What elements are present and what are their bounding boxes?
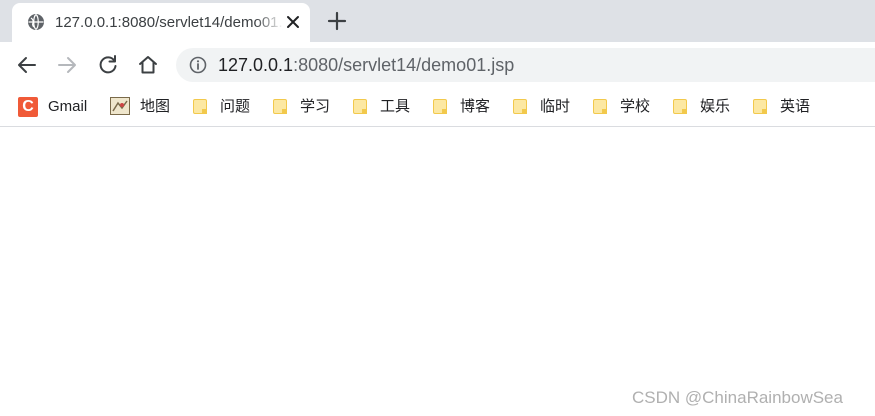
folder-icon [353,99,367,114]
bookmark-label: Gmail [48,98,88,115]
bookmark-label: 英语 [780,98,811,115]
folder-icon [513,99,527,114]
folder-icon [273,99,287,114]
arrow-right-icon[interactable] [55,53,79,77]
bookmark-label: 问题 [220,98,251,115]
page-content [0,127,875,416]
plus-icon[interactable] [326,10,348,32]
gmail-icon: C [18,97,38,117]
bookmark-label: 临时 [540,98,571,115]
bookmark-folder-yule[interactable]: 娱乐 [672,96,734,118]
bookmark-folder-gongju[interactable]: 工具 [352,96,414,118]
close-icon[interactable] [284,13,302,31]
folder-icon [193,99,207,114]
bookmark-map[interactable]: 地图 [110,96,172,118]
folder-icon [673,99,687,114]
bookmark-folder-wenti[interactable]: 问题 [192,96,254,118]
bookmark-label: 娱乐 [700,98,731,115]
home-icon[interactable] [136,53,160,77]
bookmark-folder-xuexi[interactable]: 学习 [272,96,334,118]
bookmarks-bar: C Gmail 地图 问题 学习 工具 博客 临时 学校 娱乐 英语 [0,88,875,127]
address-bar[interactable]: 127.0.0.1:8080/servlet14/demo01.jsp [176,48,875,82]
browser-window: 127.0.0.1:8080/servlet14/demo01.jsp 127.… [0,0,875,416]
folder-icon [593,99,607,114]
url-text[interactable]: 127.0.0.1:8080/servlet14/demo01.jsp [218,55,514,75]
tab-title: 127.0.0.1:8080/servlet14/demo01.jsp [55,14,283,31]
watermark: CSDN @ChinaRainbowSea [632,388,843,407]
folder-icon [433,99,447,114]
bookmark-label: 博客 [460,98,491,115]
bookmark-folder-linshi[interactable]: 临时 [512,96,574,118]
bookmark-folder-xuexiao[interactable]: 学校 [592,96,654,118]
url-path: :8080/servlet14/demo01.jsp [293,55,515,75]
active-tab[interactable]: 127.0.0.1:8080/servlet14/demo01.jsp [12,3,310,42]
tab-strip: 127.0.0.1:8080/servlet14/demo01.jsp [0,0,875,42]
info-icon[interactable] [189,56,207,74]
bookmark-gmail[interactable]: C Gmail [18,96,90,118]
arrow-left-icon[interactable] [15,53,39,77]
bookmark-folder-yingyu[interactable]: 英语 [752,96,814,118]
bookmark-folder-boke[interactable]: 博客 [432,96,494,118]
globe-icon [28,14,44,30]
folder-icon [753,99,767,114]
reload-icon[interactable] [96,53,120,77]
bookmark-label: 工具 [380,98,411,115]
bookmark-label: 地图 [140,98,171,115]
map-icon [110,97,130,115]
bookmark-label: 学校 [620,98,651,115]
bookmark-label: 学习 [300,98,331,115]
toolbar: 127.0.0.1:8080/servlet14/demo01.jsp [0,42,875,88]
url-host: 127.0.0.1 [218,55,294,75]
